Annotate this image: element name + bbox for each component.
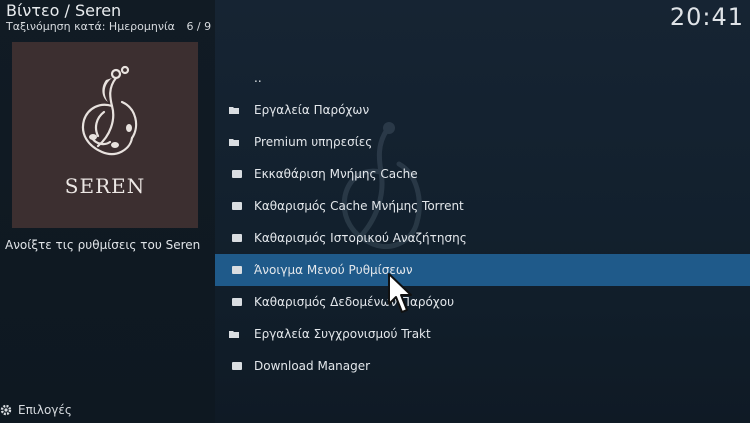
options-label: Επιλογές [18, 403, 72, 417]
options-button[interactable]: Επιλογές [0, 403, 72, 417]
list-item[interactable]: Καθαρισμός Cache Μνήμης Torrent [215, 190, 750, 222]
list-item[interactable]: Εργαλεία Παρόχων [215, 94, 750, 126]
file-icon [232, 266, 242, 274]
list-item-label: Καθαρισμός Cache Μνήμης Torrent [254, 199, 464, 213]
folder-icon [229, 331, 239, 338]
list-item[interactable]: Εργαλεία Συγχρονισμού Trakt [215, 318, 750, 350]
sort-info: Ταξινόμηση κατά: Ημερομηνία 6 / 9 [6, 20, 211, 33]
list-item[interactable]: Download Manager [215, 350, 750, 382]
addon-poster: SEREN [12, 42, 198, 228]
list-item-label: Premium υπηρεσίες [254, 135, 373, 149]
item-count: 6 / 9 [186, 20, 212, 33]
mouse-pointer-icon [388, 273, 412, 313]
list-item-selected[interactable]: Άνοιγμα Μενού Ρυθμίσεων [215, 254, 750, 286]
item-description: Ανοίξτε τις ρυθμίσεις του Seren [5, 238, 201, 252]
peacock-logo-icon [81, 65, 138, 156]
gear-icon [0, 404, 12, 416]
list-item-label: Καθαρισμός Ιστορικού Αναζήτησης [254, 231, 467, 245]
page-title: Βίντεο / Seren [6, 1, 122, 20]
list-item-label: Καθαρισμός Δεδομένων Παρόχου [254, 295, 455, 309]
list-item[interactable]: Καθαρισμός Ιστορικού Αναζήτησης [215, 222, 750, 254]
list-item[interactable]: Εκκαθάριση Μνήμης Cache [215, 158, 750, 190]
file-icon [232, 298, 242, 306]
clock: 20:41 [669, 3, 744, 31]
list-item-label: .. [254, 71, 262, 85]
list-item-label: Εργαλεία Συγχρονισμού Trakt [254, 327, 431, 341]
file-list: .. Εργαλεία Παρόχων Premium υπηρεσίες Εκ… [215, 62, 750, 382]
poster-logo-text: SEREN [64, 174, 146, 198]
list-item[interactable]: Premium υπηρεσίες [215, 126, 750, 158]
file-icon [232, 170, 242, 178]
list-item-label: Εργαλεία Παρόχων [254, 103, 370, 117]
list-item-parent[interactable]: .. [215, 62, 750, 94]
sort-label[interactable]: Ταξινόμηση κατά: Ημερομηνία [6, 20, 175, 33]
file-icon [232, 234, 242, 242]
file-icon [232, 202, 242, 210]
list-item-label: Εκκαθάριση Μνήμης Cache [254, 167, 418, 181]
folder-icon [229, 139, 239, 146]
file-icon [232, 362, 242, 370]
list-item-label: Download Manager [254, 359, 371, 373]
list-item[interactable]: Καθαρισμός Δεδομένων Παρόχου [215, 286, 750, 318]
folder-icon [229, 107, 239, 114]
